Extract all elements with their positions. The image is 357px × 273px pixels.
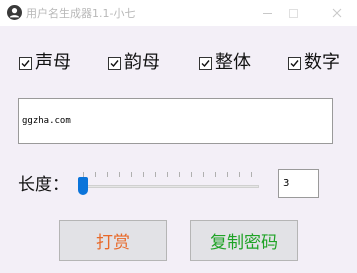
checkbox-yunmu[interactable]: 韵母 [108, 53, 160, 73]
user-icon [7, 5, 22, 20]
minimize-icon [262, 12, 272, 14]
checkbox-box[interactable] [19, 56, 32, 70]
title-bar[interactable]: 用户名生成器1.1-小七 [0, 0, 357, 26]
generated-username-field[interactable]: ggzha.com [18, 98, 333, 144]
length-value: 3 [283, 178, 290, 189]
window-title: 用户名生成器1.1-小七 [26, 7, 136, 20]
checkbox-label: 整体 [215, 52, 251, 73]
checkmark-icon [201, 59, 210, 67]
slider-ticks [83, 172, 252, 177]
maximize-button[interactable] [278, 0, 308, 26]
checkmark-icon [110, 59, 119, 67]
checkbox-box[interactable] [108, 56, 121, 70]
checkbox-zhengti[interactable]: 整体 [199, 53, 251, 73]
checkmark-icon [290, 59, 299, 67]
generated-username-text: ggzha.com [22, 116, 71, 126]
length-input[interactable]: 3 [278, 169, 319, 198]
checkbox-shuzi[interactable]: 数字 [288, 53, 340, 73]
checkbox-label: 数字 [304, 52, 340, 73]
close-button[interactable] [322, 0, 352, 26]
maximize-icon [288, 8, 298, 18]
copy-password-button[interactable]: 复制密码 [190, 220, 298, 261]
slider-track[interactable] [81, 185, 259, 188]
slider-thumb[interactable] [78, 177, 88, 195]
checkbox-box[interactable] [288, 56, 301, 70]
length-label: 长度： [18, 175, 69, 195]
checkbox-label: 韵母 [124, 52, 160, 73]
close-icon [332, 8, 342, 18]
app-window: 用户名生成器1.1-小七 声母 韵母 整体 数字 ggzha.com 长度： 3… [0, 0, 357, 273]
reward-button[interactable]: 打赏 [59, 220, 167, 261]
length-slider[interactable] [78, 170, 260, 198]
checkmark-icon [21, 59, 30, 67]
checkbox-box[interactable] [199, 56, 212, 70]
checkbox-shengmu[interactable]: 声母 [19, 53, 71, 73]
checkbox-label: 声母 [35, 52, 71, 73]
